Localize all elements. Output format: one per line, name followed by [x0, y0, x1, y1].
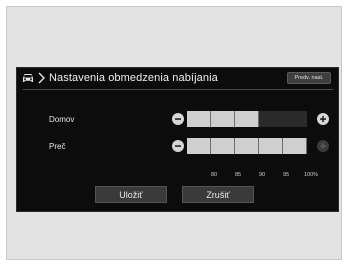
home-level-segment[interactable]: [259, 111, 283, 127]
home-level-bar[interactable]: [187, 111, 307, 127]
plus-icon: [320, 116, 326, 122]
home-level-segment[interactable]: [283, 111, 307, 127]
plus-icon: [320, 143, 326, 149]
car-icon: [23, 74, 33, 82]
cancel-button[interactable]: Zrušiť: [182, 186, 254, 203]
home-increase-button[interactable]: [317, 113, 329, 125]
home-level-segment[interactable]: [211, 111, 235, 127]
away-level-segment[interactable]: [259, 138, 283, 154]
header: Nastavenia obmedzenia nabíjania Predv. n…: [17, 68, 338, 90]
minus-icon: [175, 145, 181, 147]
save-button[interactable]: Uložiť: [95, 186, 167, 203]
home-decrease-button[interactable]: [172, 113, 184, 125]
defaults-button[interactable]: Predv. nast.: [287, 72, 331, 84]
away-level-segment[interactable]: [211, 138, 235, 154]
home-level-segment[interactable]: [187, 111, 211, 127]
tick-label: 80: [211, 172, 218, 178]
tick-label: 90: [259, 172, 266, 178]
page-title: Nastavenia obmedzenia nabíjania: [49, 72, 218, 84]
away-level-segment[interactable]: [187, 138, 211, 154]
tick-label: 95: [283, 172, 290, 178]
away-level-segment[interactable]: [235, 138, 259, 154]
scale-ticks: 80 85 90 95 100%: [197, 172, 337, 182]
tick-label: 85: [235, 172, 242, 178]
charge-limit-screen: Nastavenia obmedzenia nabíjania Predv. n…: [16, 67, 339, 212]
header-divider: [23, 89, 333, 90]
minus-icon: [175, 118, 181, 120]
chevron-right-icon: [38, 72, 45, 84]
away-level-bar[interactable]: [187, 138, 307, 154]
away-increase-button[interactable]: [317, 140, 329, 152]
row-label-away: Preč: [49, 142, 66, 151]
away-decrease-button[interactable]: [172, 140, 184, 152]
tick-label: 100%: [304, 172, 319, 178]
row-label-home: Domov: [49, 115, 75, 124]
away-level-segment[interactable]: [283, 138, 307, 154]
home-level-segment[interactable]: [235, 111, 259, 127]
